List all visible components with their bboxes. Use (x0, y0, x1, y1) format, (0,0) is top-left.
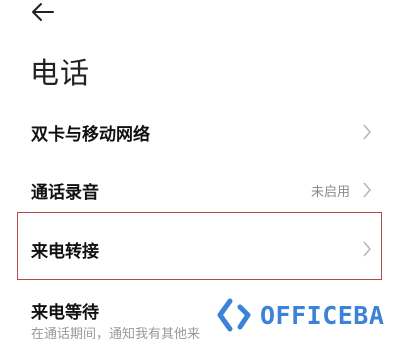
watermark: OFFICEBA (214, 295, 384, 335)
watermark-logo-icon (217, 298, 251, 332)
list-item-label: 来电转接 (31, 242, 99, 262)
status-text: 未启用 (310, 185, 350, 200)
page-title: 电话 (30, 56, 91, 90)
watermark-text: OFFICEBA (260, 300, 385, 330)
chevron-right-icon (363, 241, 371, 257)
chevron-right-icon (363, 124, 371, 140)
back-arrow-icon (32, 3, 54, 21)
back-button[interactable] (29, 0, 57, 26)
list-item-label: 通话录音 (31, 183, 99, 203)
list-item-dual-sim[interactable]: 双卡与移动网络 (0, 112, 400, 152)
list-item-call-forwarding[interactable]: 来电转接 (0, 228, 400, 268)
chevron-right-icon (363, 182, 371, 198)
list-item-label: 双卡与移动网络 (31, 125, 150, 145)
list-item-subtitle: 在通话期间，通知我有其他来 (31, 327, 201, 342)
list-item-label: 来电等待 (31, 303, 99, 323)
list-item-call-recording[interactable]: 通话录音 未启用 (0, 170, 400, 210)
